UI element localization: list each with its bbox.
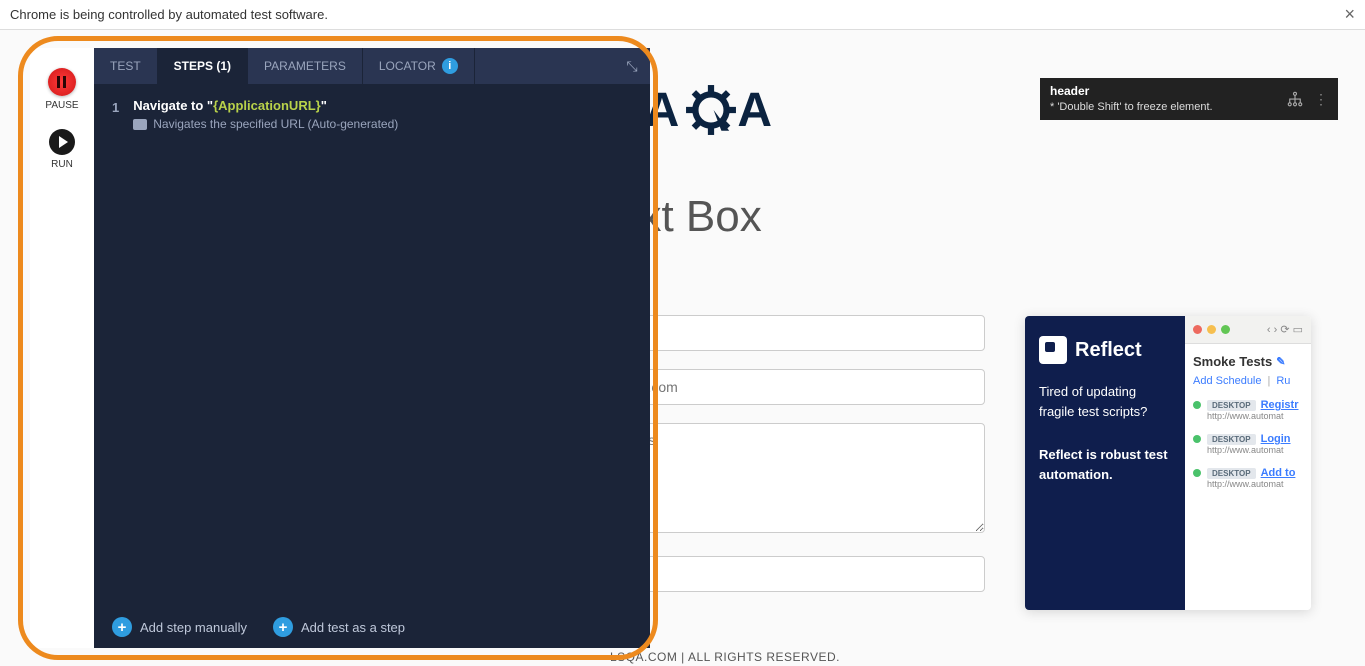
ad-window-chrome: ‹ › ⟳ ▭ xyxy=(1185,316,1311,344)
ad-test-url: http://www.automat xyxy=(1207,479,1303,489)
traffic-light-close-icon xyxy=(1193,325,1202,334)
ad-window-body: Smoke Tests ✎ Add Schedule | Ru DESKTOP … xyxy=(1185,344,1311,511)
step-title: Navigate to "{ApplicationURL}" xyxy=(133,98,632,113)
ad-brand-text: Reflect xyxy=(1075,339,1142,362)
inspector-tooltip-text: header * 'Double Shift' to freeze elemen… xyxy=(1050,84,1286,114)
ad-tagline-1: Tired of updating fragile test scripts? xyxy=(1039,382,1171,421)
recorder-sidebar: PAUSE RUN xyxy=(30,48,94,648)
permanent-address-field[interactable] xyxy=(610,556,985,592)
automation-notice-bar: Chrome is being controlled by automated … xyxy=(0,0,1365,30)
logo-a: A xyxy=(737,83,774,138)
recorder-footer: + Add step manually + Add test as a step xyxy=(94,606,650,648)
kebab-menu-icon[interactable]: ⋮ xyxy=(1314,91,1328,108)
tab-parameters[interactable]: PARAMETERS xyxy=(248,48,363,84)
collapse-icon[interactable]: ⤡ xyxy=(614,48,650,84)
step-description: Navigates the specified URL (Auto-genera… xyxy=(133,117,632,131)
add-schedule-link: Add Schedule xyxy=(1193,375,1262,387)
run-button[interactable]: RUN xyxy=(49,129,75,170)
plus-icon: + xyxy=(112,617,132,637)
tab-steps[interactable]: STEPS (1) xyxy=(158,48,248,84)
status-dot-icon xyxy=(1193,435,1201,443)
ad-schedule-row: Add Schedule | Ru xyxy=(1193,375,1303,387)
reflect-ad[interactable]: Reflect Tired of updating fragile test s… xyxy=(1025,316,1311,610)
recorder-main: TEST STEPS (1) PARAMETERS LOCATOR i ⤡ 1 … xyxy=(94,48,650,648)
info-icon: i xyxy=(442,58,458,74)
traffic-light-min-icon xyxy=(1207,325,1216,334)
automation-notice-text: Chrome is being controlled by automated … xyxy=(10,7,328,22)
ad-test-url: http://www.automat xyxy=(1207,411,1303,421)
play-icon xyxy=(49,129,75,155)
desktop-badge: DESKTOP xyxy=(1207,434,1256,445)
ad-nav-icons: ‹ › ⟳ ▭ xyxy=(1267,323,1303,336)
comment-icon xyxy=(133,119,147,130)
pause-button[interactable]: PAUSE xyxy=(45,68,78,111)
inspector-tooltip: header * 'Double Shift' to freeze elemen… xyxy=(1040,78,1338,120)
text-box-form xyxy=(610,315,985,592)
pencil-icon: ✎ xyxy=(1276,355,1285,368)
ad-test-url: http://www.automat xyxy=(1207,445,1303,455)
ad-left-panel: Reflect Tired of updating fragile test s… xyxy=(1025,316,1185,610)
desktop-badge: DESKTOP xyxy=(1207,400,1256,411)
ad-right-panel: ‹ › ⟳ ▭ Smoke Tests ✎ Add Schedule | Ru … xyxy=(1185,316,1311,610)
ad-window-title: Smoke Tests ✎ xyxy=(1193,354,1303,369)
traffic-light-max-icon xyxy=(1221,325,1230,334)
ad-test-row: DESKTOP Registr http://www.automat xyxy=(1193,399,1303,421)
pause-icon xyxy=(48,68,76,96)
close-icon[interactable]: × xyxy=(1344,4,1355,25)
ad-tagline-2: Reflect is robust test automation. xyxy=(1039,445,1171,484)
steps-list: 1 Navigate to "{ApplicationURL}" Navigat… xyxy=(94,84,650,606)
inspector-tooltip-icons: ⋮ xyxy=(1286,90,1328,108)
footer-text: LSQA.COM | ALL RIGHTS RESERVED. xyxy=(610,650,840,664)
tab-locator[interactable]: LOCATOR i xyxy=(363,48,475,84)
status-dot-icon xyxy=(1193,469,1201,477)
add-step-manually-button[interactable]: + Add step manually xyxy=(112,617,247,637)
full-name-field[interactable] xyxy=(610,315,985,351)
run-link: Ru xyxy=(1276,375,1290,387)
step-number: 1 xyxy=(112,98,119,131)
add-test-as-step-button[interactable]: + Add test as a step xyxy=(273,617,405,637)
desktop-badge: DESKTOP xyxy=(1207,468,1256,479)
ad-brand: Reflect xyxy=(1039,336,1171,364)
ad-test-link: Registr xyxy=(1261,399,1299,411)
reflect-logo-icon xyxy=(1039,336,1067,364)
ad-test-row: DESKTOP Add to http://www.automat xyxy=(1193,467,1303,489)
gear-icon xyxy=(685,84,737,136)
email-field[interactable] xyxy=(610,369,985,405)
step-row[interactable]: 1 Navigate to "{ApplicationURL}" Navigat… xyxy=(94,98,650,131)
hierarchy-icon xyxy=(1286,90,1304,108)
recorder-tabs: TEST STEPS (1) PARAMETERS LOCATOR i ⤡ xyxy=(94,48,650,84)
plus-icon: + xyxy=(273,617,293,637)
ad-test-link: Add to xyxy=(1261,467,1296,479)
status-dot-icon xyxy=(1193,401,1201,409)
ad-test-row: DESKTOP Login http://www.automat xyxy=(1193,433,1303,455)
current-address-field[interactable] xyxy=(610,423,985,533)
recorder-panel: PAUSE RUN TEST STEPS (1) PARAMETERS LOCA… xyxy=(30,48,650,648)
ad-test-link: Login xyxy=(1261,433,1291,445)
tab-test[interactable]: TEST xyxy=(94,48,158,84)
